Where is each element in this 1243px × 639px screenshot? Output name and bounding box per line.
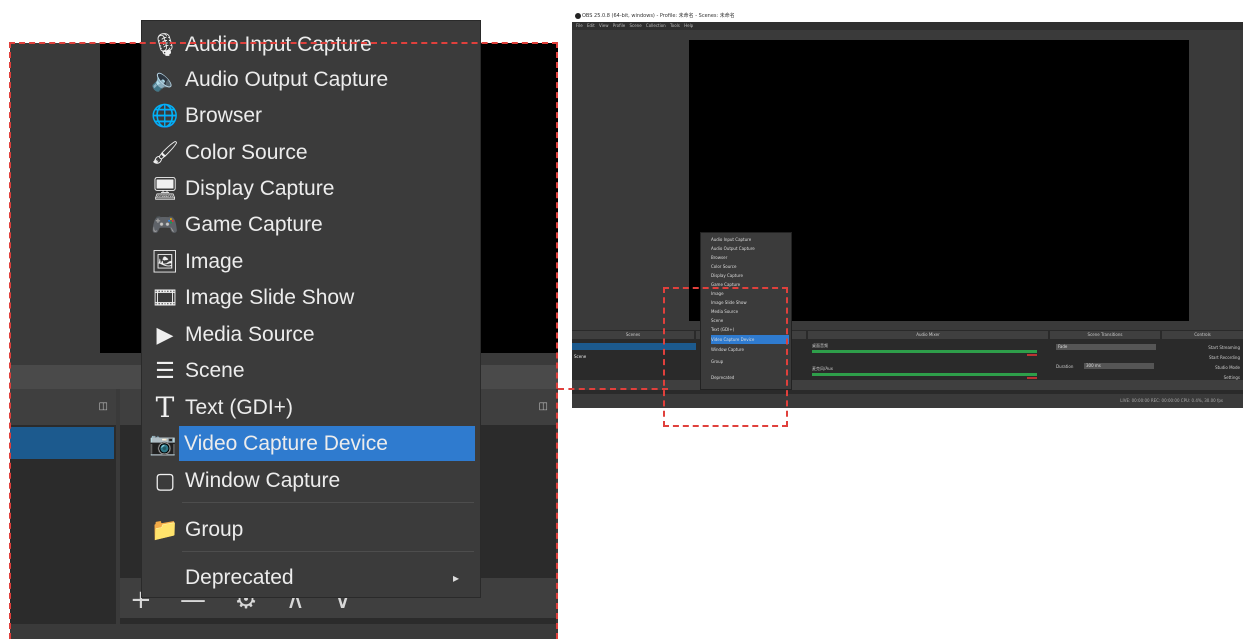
menu-item-deprecated[interactable]: Deprecated ▸ (145, 560, 475, 595)
window-icon: ▢ (154, 467, 176, 493)
scenes-dock-header: ◫ (10, 389, 116, 425)
globe-icon: 🌐 (151, 102, 179, 128)
menu-item-video-capture-device[interactable]: 📷 Video Capture Device (149, 426, 475, 461)
menu-item-game-capture[interactable]: Game Capture (711, 280, 789, 289)
menu-separator (182, 551, 474, 552)
duration-label: Duration (1056, 364, 1074, 369)
undock-icon[interactable]: ◫ (539, 401, 548, 412)
window-title: OBS 25.0.8 (64-bit, windows) - Profile: … (572, 10, 1243, 22)
add-source-menu: 🎙 Audio Input Capture 🔈 Audio Output Cap… (141, 20, 481, 598)
menu-item-display-capture[interactable]: Display Capture (711, 271, 789, 280)
menu-item-window-capture[interactable]: Window Capture (711, 345, 789, 354)
menu-item-text-gdi[interactable]: T Text (GDI+) (145, 390, 475, 425)
menu-item-media-source[interactable]: ▶ Media Source (145, 317, 475, 352)
audio-meter-peak (1027, 377, 1037, 379)
menu-item-browser[interactable]: Browser (711, 253, 789, 262)
image-icon: 🖼 (151, 248, 179, 274)
menu-item-image[interactable]: Image (711, 289, 789, 298)
menu-item-text-gdi[interactable]: Text (GDI+) (711, 325, 789, 334)
paint-brush-icon: 🖌 (151, 139, 179, 165)
menu-item-group[interactable]: 📁 Group (145, 512, 475, 547)
camera-icon: 📷 (149, 430, 177, 456)
menu-item-image-slide-show[interactable]: 🎞 Image Slide Show (145, 280, 475, 315)
menu-item-display-capture[interactable]: 🖥 Display Capture (145, 171, 475, 206)
menu-item-audio-output-capture[interactable]: Audio Output Capture (711, 244, 789, 253)
add-source-menu-thumbnail: Audio Input Capture Audio Output Capture… (700, 232, 792, 390)
selected-scene-row[interactable] (10, 427, 114, 459)
menu-item-image-slide-show[interactable]: Image Slide Show (711, 298, 789, 307)
audio-mixer-header: Audio Mixer (808, 331, 1048, 339)
menu-separator (182, 502, 474, 503)
menu-item-image[interactable]: 🖼 Image (145, 244, 475, 279)
scenes-dock: ◫ (10, 389, 116, 624)
list-icon: ☰ (155, 357, 175, 383)
folder-icon: 📁 (151, 516, 179, 542)
obs-logo-icon (575, 13, 581, 19)
mixer-channel-label: 麦克风/Aux (812, 366, 833, 371)
transition-select[interactable]: Fade (1056, 344, 1156, 350)
menu-item-browser[interactable]: 🌐 Browser (145, 98, 475, 133)
menu-item-group[interactable]: Group (711, 357, 789, 366)
menu-item-scene[interactable]: ☰ Scene (145, 353, 475, 388)
menu-item-color-source[interactable]: Color Source (711, 262, 789, 271)
audio-meter (812, 350, 1037, 353)
menu-item-audio-input-capture[interactable]: Audio Input Capture (711, 235, 789, 244)
menu-item-media-source[interactable]: Media Source (711, 307, 789, 316)
microphone-icon: 🎙 (151, 31, 179, 57)
mixer-channel-label: 桌面音频 (812, 343, 828, 348)
scene-list-item[interactable]: Scene (572, 343, 696, 359)
menu-item-video-capture-device[interactable]: Video Capture Device (711, 335, 789, 344)
scenes-dock-header: Scenes (572, 331, 694, 339)
start-streaming-button[interactable]: Start Streaming (1168, 343, 1240, 353)
controls-header: Controls (1162, 331, 1243, 339)
audio-meter (812, 373, 1037, 376)
menu-item-audio-input-capture[interactable]: 🎙 Audio Input Capture (145, 27, 475, 62)
text-icon: T (155, 391, 175, 424)
menu-item-scene[interactable]: Scene (711, 316, 789, 325)
studio-mode-button[interactable]: Studio Mode (1168, 363, 1240, 373)
submenu-arrow-icon: ▸ (452, 570, 459, 585)
play-icon: ▶ (156, 321, 174, 347)
menu-item-window-capture[interactable]: ▢ Window Capture (145, 463, 475, 498)
status-bar: LIVE: 00:00:00 REC: 00:00:00 CPU: 0.4%, … (572, 394, 1243, 408)
start-recording-button[interactable]: Start Recording (1168, 353, 1240, 363)
menu-item-deprecated[interactable]: Deprecated (711, 373, 789, 382)
menu-item-game-capture[interactable]: 🎮 Game Capture (145, 207, 475, 242)
gamepad-icon: 🎮 (151, 211, 179, 237)
audio-meter-peak (1027, 354, 1037, 356)
undock-icon[interactable]: ◫ (99, 401, 108, 412)
speaker-icon: 🔈 (151, 66, 179, 92)
scene-transitions-header: Scene Transitions (1050, 331, 1160, 339)
duration-input[interactable]: 300 ms (1084, 363, 1154, 369)
menu-item-color-source[interactable]: 🖌 Color Source (145, 135, 475, 170)
obs-window-thumbnail: OBS 25.0.8 (64-bit, windows) - Profile: … (572, 10, 1243, 408)
menu-bar[interactable]: File Edit View Profile Scene Collection … (572, 22, 1243, 30)
slideshow-icon: 🎞 (151, 284, 179, 310)
dock-toolbars (572, 380, 1243, 390)
connector-line (558, 388, 668, 390)
monitor-icon: 🖥 (151, 175, 179, 201)
menu-item-audio-output-capture[interactable]: 🔈 Audio Output Capture (145, 62, 475, 97)
